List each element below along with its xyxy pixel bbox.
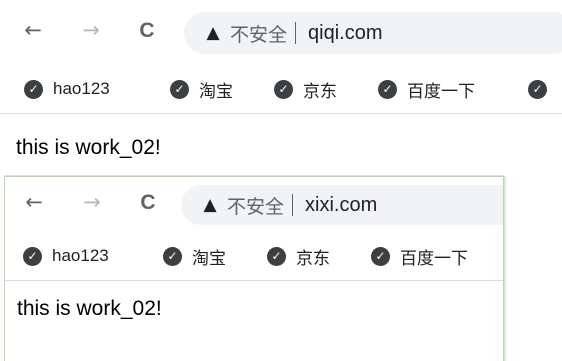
address-bar[interactable]: ▲ 不安全 qiqi.com [184,12,562,54]
globe-icon: ✓ [274,79,293,99]
screenshot-stage: ← → C ▲ 不安全 qiqi.com ✓ hao123 ✓ 淘宝 ✓ 京东 … [0,0,562,361]
bookmarks-bar: ✓ hao123 ✓ 淘宝 ✓ 京东 ✓ 百度一下 [5,231,503,281]
bookmark-baidu[interactable]: ✓ 百度一下 [371,241,468,271]
bookmark-label: 淘宝 [192,248,226,268]
reload-icon: C [139,18,155,42]
bookmark-label: 京东 [303,81,337,101]
forward-arrow-icon: → [83,189,101,214]
address-bar[interactable]: ▲ 不安全 xixi.com [181,185,503,225]
back-button[interactable]: ← [21,189,47,215]
address-separator [292,194,294,216]
security-status-label[interactable]: 不安全 [227,192,284,219]
bookmark-label: hao123 [52,246,109,265]
address-separator [295,22,297,44]
bookmarks-bar: ✓ hao123 ✓ 淘宝 ✓ 京东 ✓ 百度一下 ✓ [0,64,562,114]
page-content-text: this is work_02! [16,136,161,159]
browser-toolbar: ← → C ▲ 不安全 qiqi.com [0,0,562,64]
bookmark-hao123[interactable]: ✓ hao123 [24,74,110,104]
bookmark-baidu[interactable]: ✓ 百度一下 [378,74,475,104]
forward-arrow-icon: → [82,17,100,42]
browser-toolbar: ← → C ▲ 不安全 xixi.com [5,177,503,231]
reload-button[interactable]: C [134,17,160,43]
globe-icon: ✓ [267,246,286,266]
bookmark-partial[interactable]: ✓ [528,74,557,104]
warning-icon[interactable]: ▲ [202,22,224,44]
security-status-label[interactable]: 不安全 [230,20,287,47]
bookmark-taobao[interactable]: ✓ 淘宝 [163,241,226,271]
globe-icon: ✓ [23,246,42,266]
globe-icon: ✓ [378,79,397,99]
forward-button[interactable]: → [78,17,104,43]
bookmark-hao123[interactable]: ✓ hao123 [23,241,109,271]
bookmark-taobao[interactable]: ✓ 淘宝 [170,74,233,104]
globe-icon: ✓ [371,246,390,266]
back-arrow-icon: ← [24,17,42,42]
globe-icon: ✓ [528,79,547,99]
page-content-text: this is work_02! [17,297,162,320]
back-button[interactable]: ← [20,17,46,43]
bookmark-label: 百度一下 [400,248,468,268]
browser-window-xixi: ← → C ▲ 不安全 xixi.com ✓ hao123 ✓ 淘宝 ✓ 京东 … [4,176,504,361]
back-arrow-icon: ← [25,189,43,214]
globe-icon: ✓ [170,79,189,99]
globe-icon: ✓ [163,246,182,266]
url-text[interactable]: xixi.com [305,194,377,217]
url-text[interactable]: qiqi.com [308,22,382,45]
reload-button[interactable]: C [135,189,161,215]
browser-window-qiqi: ← → C ▲ 不安全 qiqi.com ✓ hao123 ✓ 淘宝 ✓ 京东 … [0,0,562,178]
bookmark-label: 淘宝 [199,81,233,101]
bookmark-label: 京东 [296,248,330,268]
bookmark-label: hao123 [53,79,110,98]
globe-icon: ✓ [24,79,43,99]
forward-button[interactable]: → [79,189,105,215]
warning-icon[interactable]: ▲ [199,194,221,216]
bookmark-jd[interactable]: ✓ 京东 [274,74,337,104]
reload-icon: C [140,190,156,214]
bookmark-jd[interactable]: ✓ 京东 [267,241,330,271]
bookmark-label: 百度一下 [407,81,475,101]
